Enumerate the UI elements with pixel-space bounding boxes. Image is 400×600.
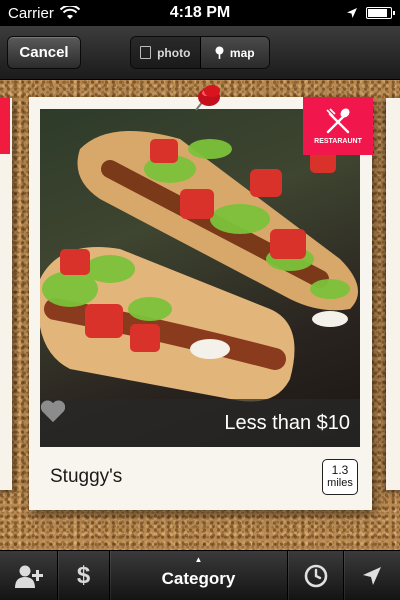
next-card[interactable] <box>386 98 400 490</box>
place-card[interactable]: Less than $10 <box>29 97 372 510</box>
caret-up-icon: ▲ <box>194 555 203 564</box>
price-label: Less than $10 <box>224 411 350 434</box>
carrier-label: Carrier <box>8 4 54 22</box>
heart-icon[interactable] <box>40 399 66 423</box>
nav-bar: Cancel photo map <box>0 26 400 80</box>
segment-photo[interactable]: photo <box>131 37 201 68</box>
place-name: Stuggy's <box>50 466 123 487</box>
location-arrow-icon <box>363 566 381 585</box>
segment-photo-label: photo <box>157 45 191 60</box>
battery-icon <box>366 7 395 19</box>
add-person-button[interactable] <box>0 551 58 600</box>
category-badge-label: RESTARAUNT <box>314 138 362 145</box>
bottom-toolbar: $ ▲ Category <box>0 550 400 600</box>
previous-card[interactable] <box>0 98 12 490</box>
locate-button[interactable] <box>344 551 400 600</box>
push-pin-icon <box>195 85 220 111</box>
location-services-icon <box>347 8 357 18</box>
add-user-icon <box>14 565 43 588</box>
category-label: Category <box>161 568 236 588</box>
map-pin-icon <box>215 46 224 59</box>
price-filter-button[interactable]: $ <box>58 551 110 600</box>
fork-knife-icon <box>326 108 350 134</box>
category-button[interactable]: ▲ Category <box>110 551 288 600</box>
price-rating-overlay: Less than $10 <box>40 399 360 447</box>
time-filter-button[interactable] <box>288 551 344 600</box>
category-badge: RESTARAUNT <box>303 97 373 155</box>
distance-badge: 1.3 miles <box>322 459 358 495</box>
wifi-icon <box>59 6 80 19</box>
status-bar: Carrier 4:18 PM <box>0 0 400 26</box>
status-right <box>346 7 395 19</box>
segment-map[interactable]: map <box>200 37 269 68</box>
segment-map-label: map <box>229 45 255 60</box>
hot-dog-illustration <box>40 131 358 402</box>
view-mode-segmented-control: photo map <box>130 36 270 69</box>
status-left: Carrier <box>8 5 80 22</box>
clock-icon <box>304 564 327 587</box>
cancel-button[interactable]: Cancel <box>7 36 81 69</box>
food-photo: Less than $10 <box>40 109 360 447</box>
distance-value: 1.3 <box>331 463 349 477</box>
photo-icon <box>140 46 152 59</box>
distance-unit: miles <box>327 477 353 489</box>
